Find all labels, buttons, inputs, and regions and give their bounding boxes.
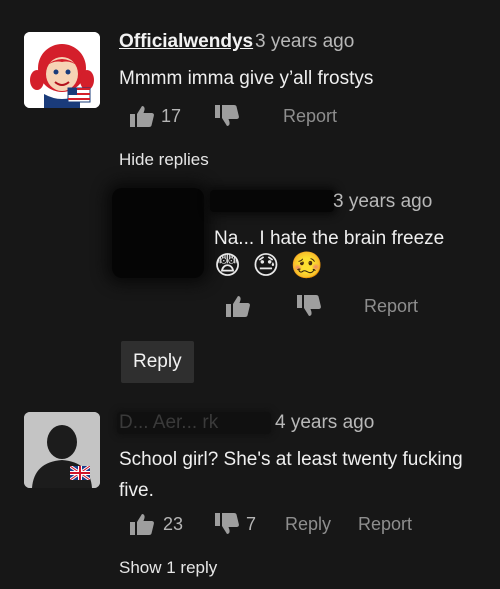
- thumbs-down-icon[interactable]: [214, 512, 240, 536]
- thumbs-up-icon[interactable]: [129, 104, 155, 128]
- report-link[interactable]: Report: [358, 514, 412, 535]
- comment-author[interactable]: Officialwendys: [119, 31, 253, 53]
- comment-text-line2: five.: [119, 480, 154, 501]
- like-count: 23: [163, 514, 184, 534]
- woozy-face-emoji: 🥴: [290, 250, 326, 280]
- show-replies-link[interactable]: Show 1 reply: [119, 558, 217, 578]
- thumbs-down-icon[interactable]: [214, 104, 240, 128]
- like-count: 17: [161, 106, 182, 126]
- thumbs-up-icon[interactable]: [225, 294, 251, 318]
- censored-avatar: [112, 188, 204, 278]
- comment-author[interactable]: D... Aer... rk: [119, 412, 218, 434]
- comment-text: Mmmm imma give y’all frostys: [119, 68, 374, 89]
- comment-timestamp[interactable]: 4 years ago: [275, 412, 374, 434]
- avatar[interactable]: [24, 32, 100, 108]
- emoji-row: 😨 😓 🥴: [214, 250, 325, 280]
- anxious-face-emoji: 😨: [214, 250, 244, 280]
- uk-flag-icon: [70, 466, 90, 480]
- comment-text-line1: School girl? She's at least twenty fucki…: [119, 449, 463, 470]
- thumbs-up-icon[interactable]: [129, 512, 155, 536]
- report-link[interactable]: Report: [364, 296, 418, 317]
- dislike-count: 7: [246, 514, 257, 534]
- hide-replies-link[interactable]: Hide replies: [119, 150, 209, 170]
- thumbs-down-icon[interactable]: [296, 294, 322, 318]
- censored-username: [210, 190, 334, 212]
- reply-link[interactable]: Reply: [285, 514, 331, 535]
- reply-button[interactable]: Reply: [121, 341, 194, 383]
- wendys-logo: [24, 32, 100, 108]
- report-link[interactable]: Report: [283, 106, 337, 127]
- reply-timestamp[interactable]: 3 years ago: [333, 191, 432, 213]
- downcast-sweat-emoji: 😓: [252, 250, 282, 280]
- comment-timestamp[interactable]: 3 years ago: [255, 31, 354, 53]
